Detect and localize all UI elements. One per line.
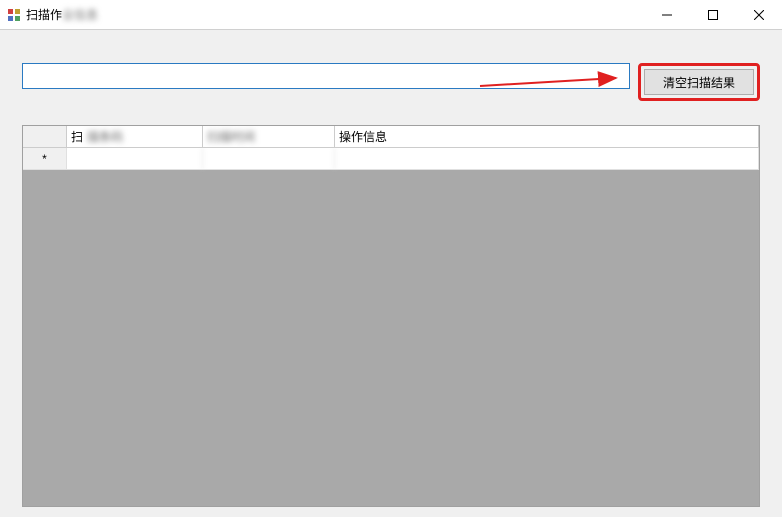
clear-results-button[interactable]: 清空扫描结果 (644, 69, 754, 95)
window-title: 扫描作业信息 (26, 6, 98, 23)
grid-corner (23, 126, 67, 147)
toolbar-row: 清空扫描结果 (22, 63, 760, 101)
grid-cell[interactable] (203, 148, 335, 169)
window-controls (644, 0, 782, 29)
column-header-2[interactable]: 扫描时间 (203, 126, 335, 147)
column-header-3[interactable]: 操作信息 (335, 126, 759, 147)
grid-new-row[interactable]: * (23, 148, 759, 170)
clear-button-highlight: 清空扫描结果 (638, 63, 760, 101)
maximize-button[interactable] (690, 0, 736, 30)
close-button[interactable] (736, 0, 782, 30)
grid-cell[interactable] (67, 148, 203, 169)
column-header-1[interactable]: 扫描条码 (67, 126, 203, 147)
results-grid[interactable]: 扫描条码 扫描时间 操作信息 * (22, 125, 760, 507)
grid-header-row: 扫描条码 扫描时间 操作信息 (23, 126, 759, 148)
scan-input[interactable] (22, 63, 630, 89)
minimize-button[interactable] (644, 0, 690, 30)
new-row-indicator: * (23, 148, 67, 169)
content-area: 清空扫描结果 扫描条码 扫描时间 操作信息 * (0, 30, 782, 517)
app-icon (6, 7, 22, 23)
titlebar: 扫描作业信息 (0, 0, 782, 30)
titlebar-left: 扫描作业信息 (0, 6, 98, 23)
grid-cell[interactable] (335, 148, 759, 169)
grid-body (23, 170, 759, 506)
